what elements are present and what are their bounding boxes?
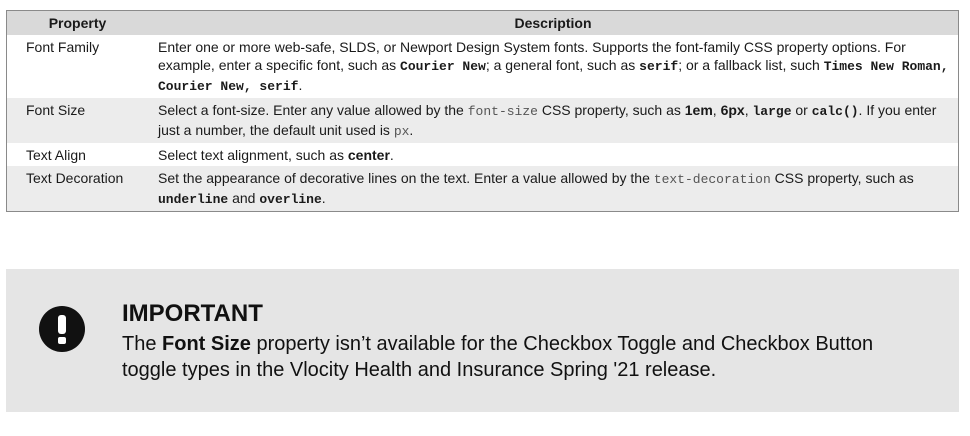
- bold-example: 1em: [684, 102, 713, 118]
- important-callout: IMPORTANT The Font Size property isn’t a…: [6, 269, 959, 412]
- bold-example: 6px: [720, 102, 745, 118]
- property-description: Enter one or more web-safe, SLDS, or New…: [158, 39, 949, 94]
- code-example: underline: [158, 192, 229, 207]
- table-row: Font Family Enter one or more web-safe, …: [7, 35, 959, 98]
- code-example: Courier New: [400, 59, 486, 74]
- table-row: Text Decoration Set the appearance of de…: [6, 166, 959, 212]
- callout-text: The Font Size property isn’t available f…: [122, 333, 874, 381]
- property-description: Select a font-size. Enter any value allo…: [148, 98, 959, 143]
- column-header-description: Description: [148, 10, 959, 35]
- code-example: overline: [259, 192, 322, 207]
- code-term: px: [393, 124, 410, 139]
- code-example: calc(): [811, 104, 859, 119]
- property-name: Font Family: [26, 39, 100, 55]
- code-term: font-size: [467, 104, 538, 119]
- property-name: Text Decoration: [6, 166, 148, 212]
- callout-title: IMPORTANT: [122, 300, 263, 327]
- code-example: serif: [639, 59, 679, 74]
- table-row: Font Size Select a font-size. Enter any …: [6, 98, 959, 143]
- property-name: Text Align: [26, 147, 86, 163]
- table-header-row: Property Description: [6, 10, 959, 35]
- property-description: Select text alignment, such as center.: [158, 147, 394, 163]
- column-header-property: Property: [6, 10, 148, 35]
- exclamation-circle-icon: [39, 306, 85, 352]
- property-name: Font Size: [6, 98, 148, 143]
- callout-bold-term: Font Size: [162, 333, 251, 355]
- properties-table: Property Description Font Family Enter o…: [6, 10, 959, 212]
- table-row: Text Align Select text alignment, such a…: [7, 143, 959, 166]
- code-term: text-decoration: [653, 172, 771, 187]
- property-description: Set the appearance of decorative lines o…: [148, 166, 959, 212]
- code-example: large: [752, 104, 792, 119]
- bold-example: center: [347, 147, 390, 163]
